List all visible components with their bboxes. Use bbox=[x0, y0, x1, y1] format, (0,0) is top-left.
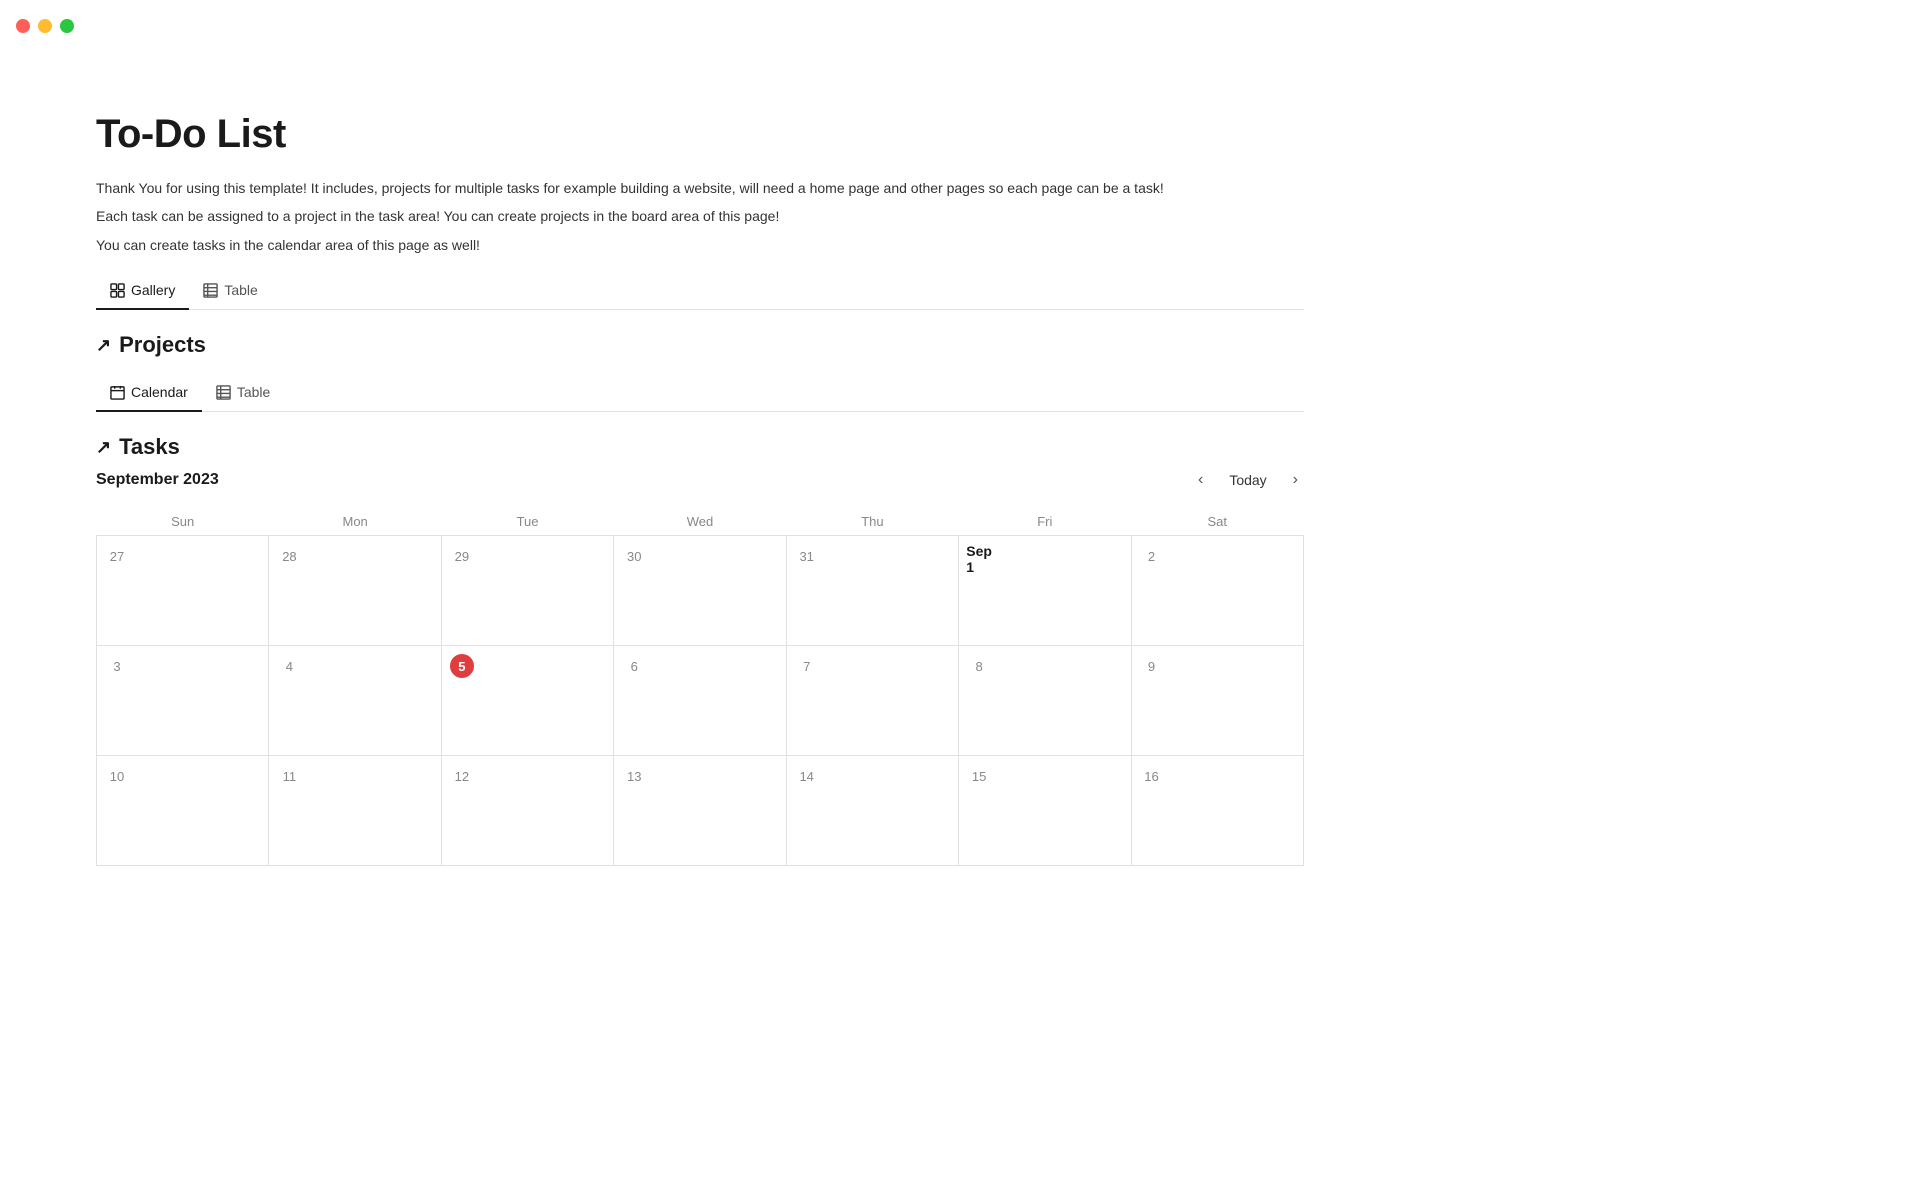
day-number: 27 bbox=[105, 544, 129, 568]
tab-gallery-label: Gallery bbox=[131, 282, 175, 298]
day-number: 15 bbox=[967, 764, 991, 788]
day-number: 13 bbox=[622, 764, 646, 788]
description-1: Thank You for using this template! It in… bbox=[96, 177, 1304, 199]
calendar-days-header: Sun Mon Tue Wed Thu Fri Sat bbox=[97, 508, 1304, 536]
today-button[interactable]: Today bbox=[1219, 468, 1276, 492]
calendar-cell[interactable]: 2 bbox=[1131, 536, 1303, 646]
calendar-cell[interactable]: Sep 1 bbox=[959, 536, 1131, 646]
table-icon-projects bbox=[216, 385, 231, 400]
calendar-cell[interactable]: 11 bbox=[269, 756, 441, 866]
calendar-cell[interactable]: 27 bbox=[97, 536, 269, 646]
calendar-cell[interactable]: 30 bbox=[614, 536, 786, 646]
calendar-month-label: September 2023 bbox=[96, 471, 219, 489]
day-number: 11 bbox=[277, 764, 301, 788]
calendar-cell[interactable]: 12 bbox=[441, 756, 613, 866]
day-number: 9 bbox=[1140, 654, 1164, 678]
tab-table-projects-label: Table bbox=[237, 384, 270, 400]
calendar-nav: ‹ Today › bbox=[1192, 468, 1304, 492]
titlebar bbox=[0, 0, 1920, 52]
close-button[interactable] bbox=[16, 19, 30, 33]
projects-arrow-icon: ↗ bbox=[96, 335, 111, 356]
tasks-heading-label: Tasks bbox=[119, 434, 180, 460]
tab-calendar[interactable]: Calendar bbox=[96, 376, 202, 412]
day-number: 16 bbox=[1140, 764, 1164, 788]
day-number: 29 bbox=[450, 544, 474, 568]
calendar-cell[interactable]: 29 bbox=[441, 536, 613, 646]
prev-month-button[interactable]: ‹ bbox=[1192, 469, 1209, 491]
calendar-cell[interactable]: 16 bbox=[1131, 756, 1303, 866]
day-header-fri: Fri bbox=[959, 508, 1131, 536]
day-number: 30 bbox=[622, 544, 646, 568]
table-icon-top bbox=[203, 283, 218, 298]
next-month-button[interactable]: › bbox=[1287, 469, 1304, 491]
tab-calendar-label: Calendar bbox=[131, 384, 188, 400]
day-number: 7 bbox=[795, 654, 819, 678]
projects-heading: ↗ Projects bbox=[96, 332, 1304, 358]
calendar-week-1: 3 4 5 6 7 8 9 bbox=[97, 646, 1304, 756]
day-number: 3 bbox=[105, 654, 129, 678]
calendar-cell[interactable]: 9 bbox=[1131, 646, 1303, 756]
description-3: You can create tasks in the calendar are… bbox=[96, 234, 1304, 256]
calendar-cell[interactable]: 13 bbox=[614, 756, 786, 866]
calendar-cell[interactable]: 3 bbox=[97, 646, 269, 756]
calendar-cell[interactable]: 28 bbox=[269, 536, 441, 646]
description-2: Each task can be assigned to a project i… bbox=[96, 205, 1304, 227]
tasks-arrow-icon: ↗ bbox=[96, 437, 111, 458]
day-header-wed: Wed bbox=[614, 508, 786, 536]
main-content: To-Do List Thank You for using this temp… bbox=[0, 52, 1400, 906]
calendar-cell[interactable]: 4 bbox=[269, 646, 441, 756]
day-number: 28 bbox=[277, 544, 301, 568]
projects-heading-label: Projects bbox=[119, 332, 206, 358]
calendar-header: September 2023 ‹ Today › bbox=[96, 468, 1304, 492]
tab-gallery[interactable]: Gallery bbox=[96, 274, 189, 310]
maximize-button[interactable] bbox=[60, 19, 74, 33]
day-header-sun: Sun bbox=[97, 508, 269, 536]
calendar-cell[interactable]: 8 bbox=[959, 646, 1131, 756]
minimize-button[interactable] bbox=[38, 19, 52, 33]
day-number: Sep 1 bbox=[967, 547, 991, 571]
day-number: 6 bbox=[622, 654, 646, 678]
tab-table-projects[interactable]: Table bbox=[202, 376, 284, 412]
calendar-cell[interactable]: 6 bbox=[614, 646, 786, 756]
calendar-cell[interactable]: 15 bbox=[959, 756, 1131, 866]
day-number: 4 bbox=[277, 654, 301, 678]
day-header-sat: Sat bbox=[1131, 508, 1303, 536]
day-number: 31 bbox=[795, 544, 819, 568]
day-header-thu: Thu bbox=[786, 508, 958, 536]
calendar-table: Sun Mon Tue Wed Thu Fri Sat 2728293031Se… bbox=[96, 508, 1304, 866]
calendar-week-2: 10 11 12 13 14 15 16 bbox=[97, 756, 1304, 866]
calendar-cell[interactable]: 14 bbox=[786, 756, 958, 866]
day-number: 10 bbox=[105, 764, 129, 788]
tasks-heading: ↗ Tasks bbox=[96, 434, 1304, 460]
day-number: 12 bbox=[450, 764, 474, 788]
day-number: 8 bbox=[967, 654, 991, 678]
top-tabs-bar: Gallery Table bbox=[96, 274, 1304, 310]
day-number: 2 bbox=[1140, 544, 1164, 568]
calendar-icon bbox=[110, 385, 125, 400]
calendar-container: September 2023 ‹ Today › Sun Mon Tue Wed… bbox=[96, 468, 1304, 866]
tab-table-top-label: Table bbox=[224, 282, 257, 298]
tab-table-top[interactable]: Table bbox=[189, 274, 271, 310]
calendar-cell[interactable]: 31 bbox=[786, 536, 958, 646]
gallery-icon bbox=[110, 283, 125, 298]
day-header-tue: Tue bbox=[441, 508, 613, 536]
day-number: 14 bbox=[795, 764, 819, 788]
calendar-cell[interactable]: 7 bbox=[786, 646, 958, 756]
calendar-cell[interactable]: 10 bbox=[97, 756, 269, 866]
projects-tabs-bar: Calendar Table bbox=[96, 376, 1304, 412]
day-number: 5 bbox=[450, 654, 474, 678]
page-title: To-Do List bbox=[96, 112, 1304, 157]
calendar-cell[interactable]: 5 bbox=[441, 646, 613, 756]
calendar-week-0: 27 28 29 30 31 Sep 1 2 bbox=[97, 536, 1304, 646]
day-header-mon: Mon bbox=[269, 508, 441, 536]
